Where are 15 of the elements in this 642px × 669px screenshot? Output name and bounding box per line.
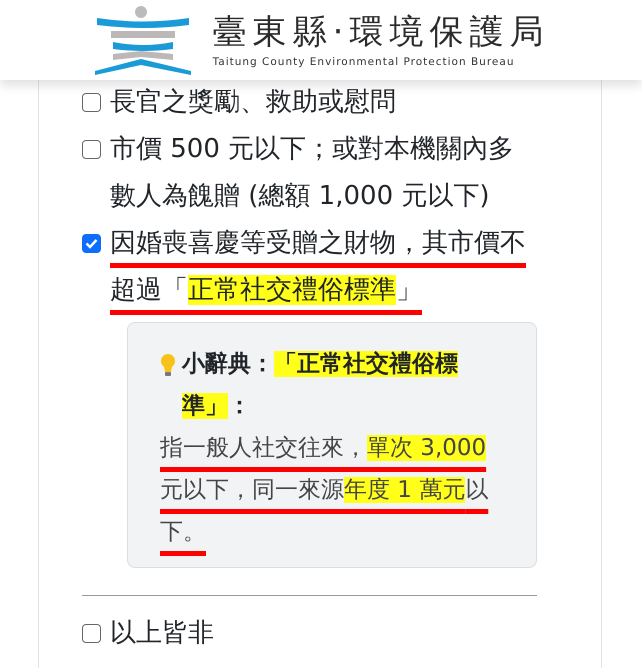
option-label: 以上皆非: [110, 617, 214, 650]
checkbox[interactable]: [82, 140, 101, 159]
option-label: 市價 500 元以下；或對本機關內多數人為餽贈 (總額 1,000 元以下): [110, 133, 516, 213]
checkbox[interactable]: [82, 93, 101, 112]
site-subtitle: Taitung County Environmental Protection Bureau: [212, 56, 516, 68]
lightbulb-icon: [160, 353, 176, 377]
option-label: 因婚喪喜慶等受贈之財物，其市價不超過「正常社交禮俗標準」: [110, 227, 527, 307]
checkbox[interactable]: [82, 234, 101, 253]
checkbox[interactable]: [82, 624, 101, 643]
dictionary-text: 指一般人社交往來，單次 3,000 元以下，同一來源年度 1 萬元以下。: [160, 434, 490, 547]
site-title: 臺東縣·環境保護局: [212, 12, 550, 52]
dictionary-title: 小辭典：「正常社交禮俗標準」：: [182, 350, 459, 421]
option-label: 長官之獎勵、救助或慰問: [110, 86, 396, 119]
checkmark-icon: [85, 238, 98, 249]
logo-icon: [92, 5, 193, 75]
